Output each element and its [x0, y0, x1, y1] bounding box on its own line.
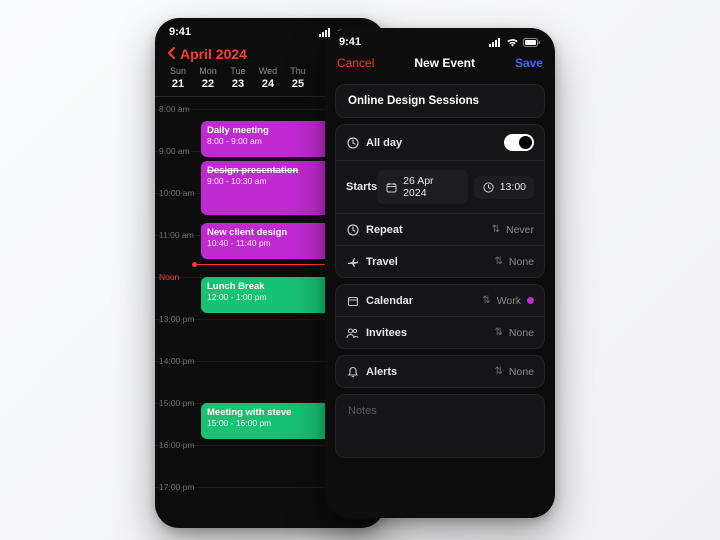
starts-row: Starts 26 Apr 2024 13:00: [336, 160, 544, 213]
people-icon: [346, 326, 359, 339]
airplane-icon: [346, 255, 359, 268]
all-day-row[interactable]: All day: [336, 125, 544, 160]
save-button[interactable]: Save: [515, 56, 543, 70]
calendar-select-label: Calendar: [366, 295, 413, 307]
schedule-card: All day Starts 26 Apr 2024 13:00: [335, 124, 545, 278]
up-down-icon: ⇅: [482, 295, 490, 306]
notes-input[interactable]: Notes: [336, 395, 544, 457]
hour-label: 13:00 pm: [159, 314, 194, 324]
travel-value: None: [509, 256, 534, 268]
wifi-icon: [506, 38, 519, 47]
hour-label: 9:00 am: [159, 146, 190, 156]
date-cell[interactable]: 24: [253, 78, 283, 90]
alerts-label: Alerts: [366, 366, 397, 378]
alerts-value: None: [509, 366, 534, 378]
chevron-left-icon: [167, 46, 176, 62]
up-down-icon: ⇅: [495, 256, 503, 267]
clock-icon: [482, 181, 495, 194]
people-card: Calendar ⇅ Work Invitees ⇅ None: [335, 284, 545, 349]
hour-label: 15:00 pm: [159, 398, 194, 408]
repeat-row[interactable]: Repeat ⇅ Never: [336, 213, 544, 245]
title-card: Online Design Sessions: [335, 84, 545, 118]
alerts-card: Alerts ⇅ None: [335, 355, 545, 388]
status-time: 9:41: [169, 26, 191, 38]
weekday-label: Wed: [253, 66, 283, 76]
hour-label: 10:00 am: [159, 188, 194, 198]
weekday-label: Thu: [283, 66, 313, 76]
status-time: 9:41: [339, 36, 361, 48]
weekday-label: Mon: [193, 66, 223, 76]
hour-label: 8:00 am: [159, 104, 190, 114]
calendar-color-dot: [527, 297, 534, 304]
date-cell[interactable]: 23: [223, 78, 253, 90]
weekday-label: Tue: [223, 66, 253, 76]
start-date-picker[interactable]: 26 Apr 2024: [377, 170, 468, 204]
invitees-value: None: [509, 327, 534, 339]
new-event-screen: 9:41 Cancel New Event Save Online Design…: [325, 28, 555, 518]
travel-label: Travel: [366, 256, 398, 268]
alerts-row[interactable]: Alerts ⇅ None: [336, 356, 544, 387]
month-title: April 2024: [180, 46, 247, 62]
clock-icon: [346, 136, 359, 149]
date-cell[interactable]: 22: [193, 78, 223, 90]
hour-label: 16:00 pm: [159, 440, 194, 450]
modal-header: Cancel New Event Save: [325, 50, 555, 78]
invitees-row[interactable]: Invitees ⇅ None: [336, 316, 544, 348]
start-time-picker[interactable]: 13:00: [474, 176, 534, 199]
battery-icon: [523, 38, 541, 47]
calendar-icon: [346, 294, 359, 307]
calendar-icon: [385, 181, 398, 194]
cancel-button[interactable]: Cancel: [337, 56, 374, 70]
calendar-select-row[interactable]: Calendar ⇅ Work: [336, 285, 544, 316]
all-day-label: All day: [366, 137, 402, 149]
up-down-icon: ⇅: [492, 224, 500, 235]
starts-label: Starts: [346, 181, 377, 193]
up-down-icon: ⇅: [495, 366, 503, 377]
repeat-icon: [346, 223, 359, 236]
hour-label: 11:00 am: [159, 230, 194, 240]
bell-icon: [346, 365, 359, 378]
weekday-label: Sun: [163, 66, 193, 76]
start-time-value: 13:00: [500, 181, 526, 193]
start-date-value: 26 Apr 2024: [403, 175, 460, 199]
date-cell[interactable]: 21: [163, 78, 193, 90]
all-day-toggle[interactable]: [504, 134, 534, 151]
hour-label: 14:00 pm: [159, 356, 194, 366]
status-bar: 9:41: [325, 28, 555, 50]
notes-card: Notes: [335, 394, 545, 458]
now-indicator-dot: [192, 262, 197, 267]
hour-label: 17:00 pm: [159, 482, 194, 492]
date-cell[interactable]: 25: [283, 78, 313, 90]
calendar-select-value: Work: [497, 295, 521, 307]
hour-label: Noon: [159, 272, 179, 282]
travel-row[interactable]: Travel ⇅ None: [336, 245, 544, 277]
repeat-value: Never: [506, 224, 534, 236]
invitees-label: Invitees: [366, 327, 407, 339]
event-title-input[interactable]: Online Design Sessions: [336, 85, 544, 117]
up-down-icon: ⇅: [495, 327, 503, 338]
status-icons: [489, 38, 541, 47]
modal-title: New Event: [414, 56, 475, 70]
repeat-label: Repeat: [366, 224, 403, 236]
signal-icon: [489, 38, 502, 47]
